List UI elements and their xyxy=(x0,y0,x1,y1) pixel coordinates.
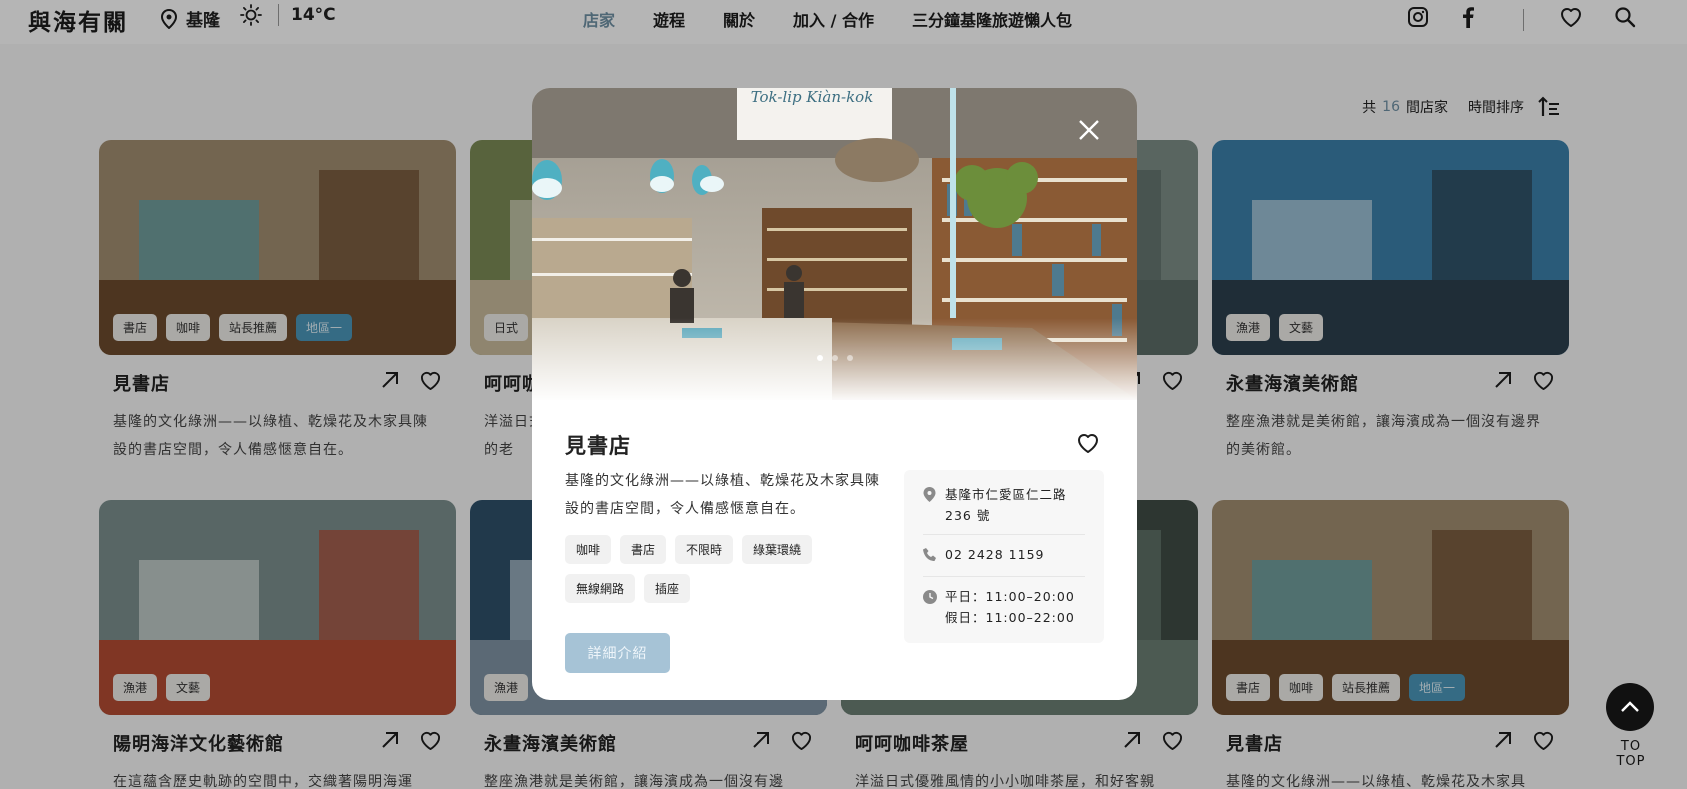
pin-icon xyxy=(923,487,936,502)
weekday-hours: 平日：11:00–20:00 xyxy=(945,589,1075,604)
heart-icon[interactable] xyxy=(1076,432,1100,454)
clock-icon xyxy=(923,590,937,604)
banner-text: Tok-lip Kiàn-kok xyxy=(751,88,874,106)
address: 基隆市仁愛區仁二路 236 號 xyxy=(945,487,1067,523)
phone-row: 02 2428 1159 xyxy=(923,544,1085,577)
tag[interactable]: 咖啡 xyxy=(565,535,612,564)
shop-modal: Tok-lip Kiàn-kok 見書店 基隆的文化綠洲——以綠植、乾燥花及木家… xyxy=(532,88,1137,700)
address-row: 基隆市仁愛區仁二路 236 號 xyxy=(923,484,1085,535)
modal-description: 基隆的文化綠洲——以綠植、乾燥花及木家具陳設的書店空間，令人備感愜意自在。 xyxy=(565,473,880,517)
phone-icon xyxy=(923,548,936,561)
modal-tags: 咖啡 書店 不限時 綠葉環繞 無線網路 插座 xyxy=(565,535,865,603)
carousel-dot[interactable] xyxy=(817,355,823,361)
carousel-dot[interactable] xyxy=(847,355,853,361)
tag[interactable]: 無線網路 xyxy=(565,574,636,603)
tag[interactable]: 綠葉環繞 xyxy=(742,535,813,564)
phone-number[interactable]: 02 2428 1159 xyxy=(945,544,1044,568)
details-button[interactable]: 詳細介紹 xyxy=(565,633,670,673)
to-top-button[interactable] xyxy=(1606,683,1654,731)
tag[interactable]: 書店 xyxy=(620,535,667,564)
close-icon[interactable] xyxy=(1077,118,1101,142)
shop-info-panel: 基隆市仁愛區仁二路 236 號 02 2428 1159 平日：11:00–20… xyxy=(904,470,1104,643)
chevron-up-icon xyxy=(1621,701,1639,712)
hours-row: 平日：11:00–20:00 假日：11:00–22:00 xyxy=(923,586,1085,636)
carousel-dot[interactable] xyxy=(832,355,838,361)
modal-title: 見書店 xyxy=(565,434,631,458)
weekend-hours: 假日：11:00–22:00 xyxy=(945,610,1075,625)
tag[interactable]: 不限時 xyxy=(675,535,734,564)
tag[interactable]: 插座 xyxy=(644,574,691,603)
to-top-label[interactable]: TO TOP xyxy=(1606,739,1656,769)
carousel-dots xyxy=(817,355,853,361)
